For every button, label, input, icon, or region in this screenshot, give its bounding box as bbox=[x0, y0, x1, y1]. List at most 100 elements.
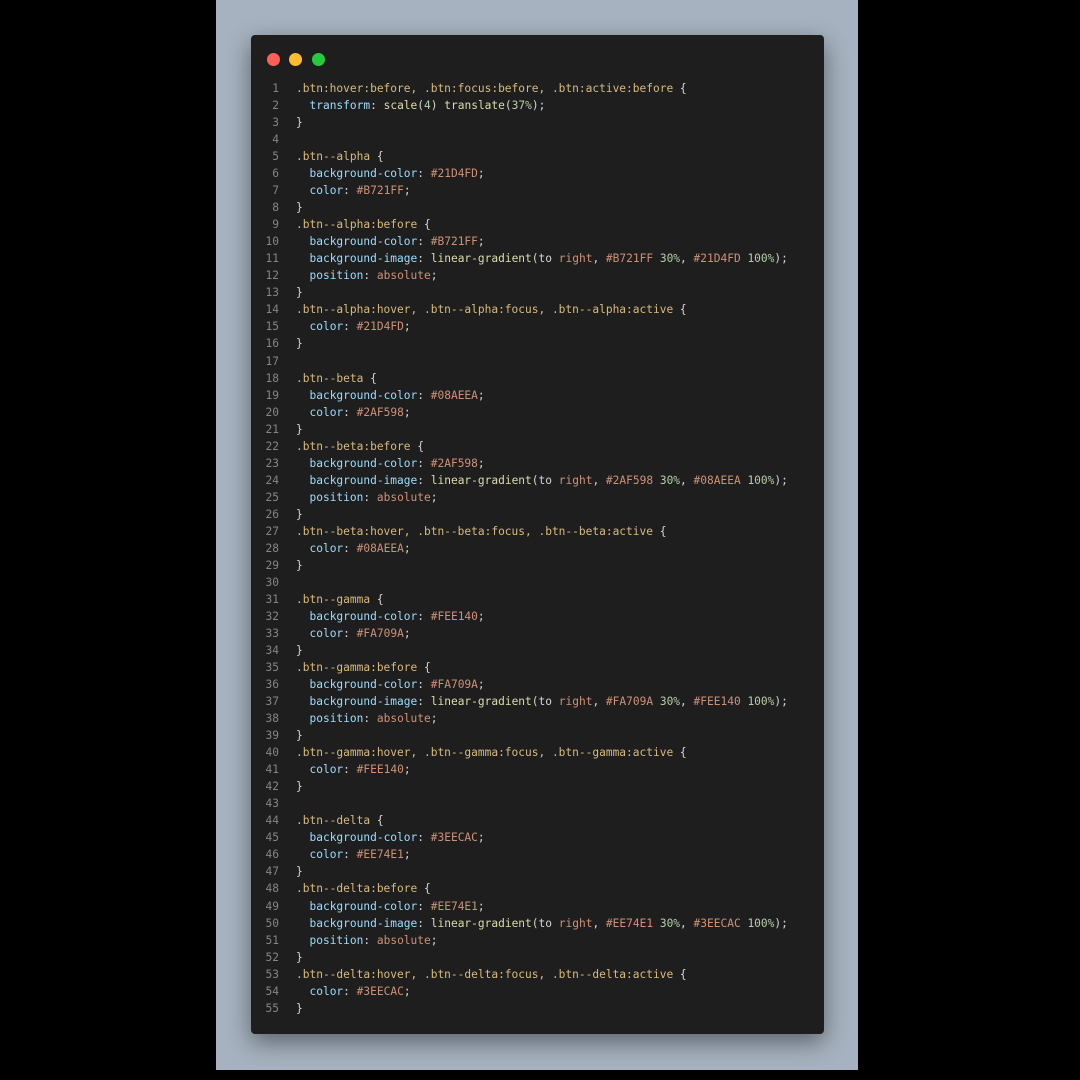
code-token: color bbox=[309, 848, 344, 862]
line-number: 49 bbox=[265, 899, 279, 913]
line-content: background-image: linear-gradient(to rig… bbox=[296, 915, 787, 932]
code-token: #3EECAC bbox=[356, 984, 404, 998]
line-content: } bbox=[296, 114, 303, 131]
line-content: .btn--gamma { bbox=[296, 591, 384, 608]
line-content: .btn--beta { bbox=[296, 370, 377, 387]
maximize-dot[interactable] bbox=[312, 53, 325, 66]
code-token: } bbox=[296, 780, 303, 794]
code-token: background-color bbox=[309, 456, 418, 470]
line-content: .btn--alpha:before { bbox=[296, 216, 431, 233]
code-token: color bbox=[309, 627, 344, 640]
line-number: 28 bbox=[265, 541, 279, 555]
code-token: : bbox=[363, 269, 377, 283]
code-token: (to bbox=[531, 916, 559, 930]
line-content: background-color: #B721FF; bbox=[296, 233, 484, 250]
code-token: , bbox=[592, 473, 606, 487]
code-token: ; bbox=[403, 320, 411, 334]
code-line: 2 transform: scale(4) translate(37%); bbox=[251, 97, 824, 114]
code-token: , bbox=[592, 695, 606, 709]
code-token: : bbox=[343, 848, 357, 862]
code-token: } bbox=[296, 1001, 303, 1015]
code-line: 42} bbox=[251, 778, 824, 795]
code-token: ; bbox=[430, 933, 438, 947]
code-token: background-color bbox=[309, 899, 418, 913]
line-content: background-color: #FA709A; bbox=[296, 676, 484, 693]
code-token: , bbox=[680, 695, 694, 709]
code-token: } bbox=[296, 422, 303, 436]
code-token: background-image bbox=[309, 916, 418, 930]
code-line: 14 .btn--alpha:hover, .btn--alpha:focus, … bbox=[251, 301, 824, 318]
line-content: } bbox=[296, 421, 303, 438]
code-token: (to bbox=[531, 695, 559, 709]
line-number: 50 bbox=[265, 916, 279, 930]
code-token: { bbox=[363, 371, 377, 385]
code-token: 100% bbox=[747, 473, 775, 487]
code-token: , bbox=[680, 916, 694, 930]
line-content: } bbox=[296, 199, 303, 216]
code-token: : bbox=[417, 456, 431, 470]
code-token: ; bbox=[403, 848, 411, 862]
code-token: #21D4FD bbox=[430, 167, 478, 181]
code-token: : bbox=[343, 984, 357, 998]
code-line: 1 .btn:hover:before, .btn:focus:before, .… bbox=[251, 80, 824, 97]
code-token: .btn:hover:before, .btn:focus:before, .b… bbox=[296, 82, 674, 95]
code-token: ; bbox=[477, 899, 485, 913]
code-line: 32 background-color: #FEE140; bbox=[251, 608, 824, 625]
line-number: 54 bbox=[265, 984, 279, 998]
code-token: { bbox=[417, 218, 431, 232]
code-token: background-color bbox=[309, 167, 418, 181]
code-line: 53 .btn--delta:hover, .btn--delta:focus, … bbox=[251, 966, 824, 983]
line-number: 14 bbox=[265, 303, 279, 317]
code-token: right bbox=[558, 916, 593, 930]
code-token: : bbox=[417, 609, 431, 623]
code-token: #21D4FD bbox=[356, 320, 404, 334]
code-token: 100% bbox=[747, 252, 775, 266]
code-token: linear-gradient bbox=[430, 252, 532, 266]
code-window: 1 .btn:hover:before, .btn:focus:before, .… bbox=[251, 35, 824, 1034]
line-content: } bbox=[296, 727, 303, 744]
line-number: 31 bbox=[265, 592, 279, 606]
code-line: 6 background-color: #21D4FD; bbox=[251, 165, 824, 182]
code-token: #21D4FD bbox=[693, 252, 741, 266]
close-dot[interactable] bbox=[267, 53, 280, 66]
line-content: } bbox=[296, 284, 303, 301]
code-token: #B721FF bbox=[356, 184, 404, 198]
code-token: .btn--gamma:before bbox=[296, 661, 418, 675]
code-token: } bbox=[296, 729, 303, 743]
code-token: ); bbox=[774, 473, 788, 487]
code-token: ; bbox=[403, 763, 411, 777]
code-token: : bbox=[417, 831, 431, 845]
code-token: : bbox=[370, 99, 384, 113]
minimize-dot[interactable] bbox=[289, 53, 302, 66]
code-line: 30 bbox=[251, 574, 824, 591]
line-number: 16 bbox=[265, 337, 279, 351]
line-content: .btn--beta:before { bbox=[296, 438, 424, 455]
line-content: .btn--beta:hover, .btn--beta:focus, .btn… bbox=[296, 523, 666, 540]
line-content: .btn--delta:hover, .btn--delta:focus, .b… bbox=[296, 966, 687, 983]
line-number: 43 bbox=[265, 797, 279, 811]
code-token: #FEE140 bbox=[693, 695, 741, 709]
code-line: 3} bbox=[251, 114, 824, 131]
code-line: 38 position: absolute; bbox=[251, 710, 824, 727]
code-line: 49 background-color: #EE74E1; bbox=[251, 898, 824, 915]
code-token: background-color bbox=[309, 678, 418, 692]
line-content: } bbox=[296, 642, 303, 659]
code-token: } bbox=[296, 116, 303, 130]
line-content: .btn--delta:before { bbox=[296, 880, 431, 897]
line-number: 13 bbox=[265, 286, 279, 300]
code-line: 24 background-image: linear-gradient(to … bbox=[251, 472, 824, 489]
code-token: ; bbox=[430, 712, 438, 726]
code-token: color bbox=[309, 541, 344, 555]
code-token: #B721FF bbox=[605, 252, 654, 266]
code-token: #FA709A bbox=[605, 695, 654, 709]
code-token: .btn--alpha:hover, .btn--alpha:focus, .b… bbox=[296, 303, 674, 317]
code-token: .btn--delta:before bbox=[296, 882, 418, 896]
